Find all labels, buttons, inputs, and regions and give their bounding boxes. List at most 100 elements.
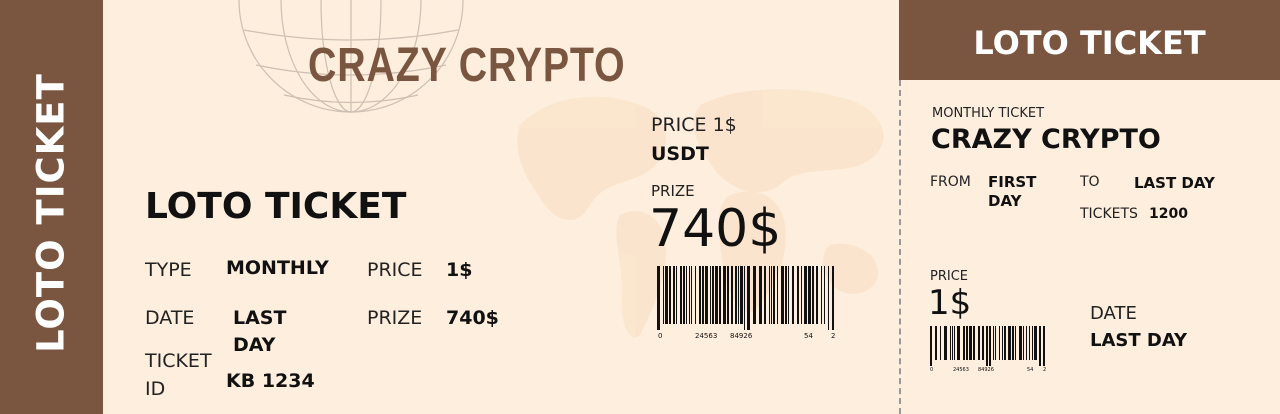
barcode-bar — [804, 266, 807, 324]
stub-barcode — [930, 326, 1045, 366]
barcode-bar — [702, 266, 704, 324]
barcode-bar — [801, 266, 802, 324]
barcode-bar — [1019, 326, 1022, 360]
barcode-bar — [995, 326, 996, 360]
barcode-bar — [691, 266, 692, 324]
barcode-bar — [1039, 326, 1041, 366]
barcode-bar — [686, 266, 687, 324]
barcode-bar — [769, 266, 770, 324]
barcode-bar — [824, 266, 825, 324]
barcode-bar — [978, 326, 980, 360]
stub-price-label: PRICE — [930, 269, 968, 284]
barcode-bar — [673, 266, 675, 324]
stub-subtitle: MONTHLY TICKET — [932, 106, 1045, 121]
brand-title: CRAZY CRYPTO — [308, 39, 626, 92]
barcode-bar — [940, 326, 941, 360]
barcode-bar — [723, 266, 726, 324]
barcode-bar — [727, 266, 729, 324]
barcode-bar — [738, 266, 739, 324]
barcode-number-0: 0 — [658, 332, 663, 340]
barcode-bar — [744, 266, 745, 330]
barcode-bar — [1034, 326, 1037, 360]
date-value-line2: DAY — [233, 334, 276, 356]
date-value-line1: LAST — [233, 307, 287, 329]
barcode-bar — [792, 266, 794, 324]
stub-tickets-label: TICKETS — [1080, 206, 1138, 222]
barcode-bar — [705, 266, 708, 324]
barcode-bar — [712, 266, 714, 324]
ticket-id-label-line1: TICKET — [145, 350, 212, 372]
barcode-bar — [680, 266, 682, 324]
barcode-bar — [1026, 326, 1027, 360]
barcode-bar — [719, 266, 721, 324]
barcode-bar — [954, 326, 955, 360]
perforation-line — [899, 80, 901, 414]
price-label: PRICE — [367, 259, 423, 281]
stub-from-value-line1: FIRST — [988, 173, 1037, 191]
middle-prize-value: 740$ — [649, 199, 782, 259]
barcode-number-3: 54 — [804, 332, 813, 340]
barcode-bar — [1012, 326, 1014, 360]
barcode-bar — [969, 326, 972, 360]
stub-to-label: TO — [1080, 174, 1100, 190]
stub-barcode-number-1: 24563 — [953, 367, 969, 373]
barcode-bar — [952, 326, 953, 360]
barcode-bar — [1029, 326, 1030, 360]
stub-barcode-number-2: 84926 — [978, 367, 994, 373]
barcode-bar — [1043, 326, 1045, 366]
barcode-bar — [689, 266, 690, 324]
barcode-bar — [657, 266, 660, 330]
stub-price-value: 1$ — [928, 283, 972, 323]
prize-value: 740$ — [446, 307, 499, 329]
barcode-bar — [944, 326, 947, 360]
barcode-bar — [1015, 326, 1016, 360]
barcode-bar — [1023, 326, 1024, 360]
barcode-bar — [982, 326, 984, 360]
middle-price-currency: USDT — [651, 143, 709, 165]
barcode-bar — [740, 266, 743, 324]
barcode-number-4: 2 — [831, 332, 836, 340]
stub-date-label: DATE — [1090, 303, 1137, 324]
stub-header-title: LOTO TICKET — [973, 24, 1206, 62]
barcode-bar — [832, 266, 834, 330]
barcode-bar — [1002, 326, 1003, 360]
barcode-bar — [777, 266, 778, 324]
barcode-bar — [957, 326, 960, 360]
barcode-bar — [764, 266, 766, 324]
barcode-number-1: 24563 — [695, 332, 718, 340]
barcode-bar — [999, 326, 1000, 360]
barcode-bar — [663, 266, 664, 324]
barcode-bar — [676, 266, 677, 324]
barcode-bar — [963, 326, 965, 360]
barcode-bar — [665, 266, 668, 324]
type-label: TYPE — [145, 259, 192, 281]
barcode-bar — [771, 266, 772, 324]
barcode-bar — [935, 326, 937, 360]
price-value: 1$ — [446, 259, 473, 281]
barcode-bar — [715, 266, 718, 324]
barcode-bar — [973, 326, 975, 360]
barcode-bar — [683, 266, 685, 324]
barcode-bar — [986, 326, 988, 366]
stub-barcode-number-0: 0 — [930, 367, 934, 373]
barcode-bar — [828, 266, 829, 330]
stub-title: CRAZY CRYPTO — [931, 124, 1161, 155]
ticket-id-label-line2: ID — [145, 378, 166, 400]
stub-date-value: LAST DAY — [1090, 330, 1188, 351]
barcode-bar — [1004, 326, 1006, 360]
ticket-id-value: KB 1234 — [226, 370, 315, 392]
barcode-bar — [950, 326, 951, 360]
barcode-bar — [735, 266, 737, 324]
stub-barcode-number-4: 2 — [1043, 367, 1047, 373]
barcode-bar — [781, 266, 784, 324]
barcode — [657, 266, 834, 330]
barcode-bar — [1008, 326, 1011, 360]
barcode-bar — [669, 266, 671, 324]
stub-tickets-value: 1200 — [1149, 206, 1188, 222]
barcode-bar — [695, 266, 696, 324]
barcode-bar — [788, 266, 789, 324]
side-label: LOTO TICKET — [29, 73, 73, 353]
barcode-bar — [966, 326, 968, 360]
barcode-bar — [699, 266, 701, 324]
stub-from-label: FROM — [930, 174, 971, 190]
